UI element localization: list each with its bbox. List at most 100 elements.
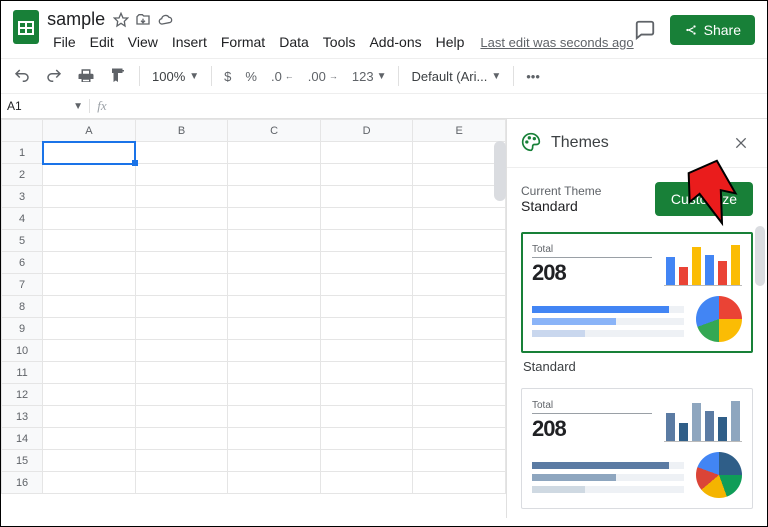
cell[interactable] <box>413 318 506 340</box>
cell[interactable] <box>320 186 413 208</box>
cell[interactable] <box>135 384 228 406</box>
cell[interactable] <box>135 252 228 274</box>
cell[interactable] <box>43 142 136 164</box>
row-header[interactable]: 9 <box>2 318 43 340</box>
row-header[interactable]: 8 <box>2 296 43 318</box>
print-button[interactable] <box>75 65 97 87</box>
cell[interactable] <box>320 362 413 384</box>
comments-icon[interactable] <box>634 19 656 41</box>
row-header[interactable]: 15 <box>2 450 43 472</box>
col-header-C[interactable]: C <box>228 120 321 142</box>
cell[interactable] <box>228 142 321 164</box>
cell[interactable] <box>228 450 321 472</box>
cell[interactable] <box>320 164 413 186</box>
cell[interactable] <box>228 208 321 230</box>
cell[interactable] <box>320 252 413 274</box>
cell[interactable] <box>320 142 413 164</box>
format-currency[interactable]: $ <box>222 67 233 86</box>
cloud-status-icon[interactable] <box>157 12 173 28</box>
spreadsheet-grid[interactable]: A B C D E 12345678910111213141516 <box>1 119 507 518</box>
menu-edit[interactable]: Edit <box>84 32 120 52</box>
select-all-cell[interactable] <box>2 120 43 142</box>
row-header[interactable]: 16 <box>2 472 43 494</box>
row-header[interactable]: 12 <box>2 384 43 406</box>
row-header[interactable]: 2 <box>2 164 43 186</box>
cell[interactable] <box>135 362 228 384</box>
cell[interactable] <box>228 318 321 340</box>
menu-addons[interactable]: Add-ons <box>363 32 427 52</box>
cell[interactable] <box>413 208 506 230</box>
row-header[interactable]: 13 <box>2 406 43 428</box>
move-icon[interactable] <box>135 12 151 28</box>
cell[interactable] <box>43 428 136 450</box>
cell[interactable] <box>320 472 413 494</box>
cell[interactable] <box>413 428 506 450</box>
cell[interactable] <box>135 142 228 164</box>
formula-input[interactable] <box>114 99 767 114</box>
cell[interactable] <box>320 318 413 340</box>
col-header-D[interactable]: D <box>320 120 413 142</box>
cell[interactable] <box>228 230 321 252</box>
customize-button[interactable]: Customize <box>655 182 753 216</box>
cell[interactable] <box>228 472 321 494</box>
cell[interactable] <box>43 340 136 362</box>
cell[interactable] <box>228 274 321 296</box>
row-header[interactable]: 7 <box>2 274 43 296</box>
menu-insert[interactable]: Insert <box>166 32 213 52</box>
col-header-E[interactable]: E <box>413 120 506 142</box>
close-panel-button[interactable] <box>729 131 753 155</box>
cell[interactable] <box>228 296 321 318</box>
cell[interactable] <box>43 274 136 296</box>
cell[interactable] <box>413 274 506 296</box>
cell[interactable] <box>43 186 136 208</box>
decrease-decimal[interactable]: .0← <box>269 67 296 86</box>
sheets-logo[interactable] <box>13 9 39 45</box>
zoom-select[interactable]: 100%▼ <box>150 67 201 86</box>
cell[interactable] <box>320 296 413 318</box>
cell[interactable] <box>43 252 136 274</box>
share-button[interactable]: Share <box>670 15 755 45</box>
cell[interactable] <box>43 406 136 428</box>
format-percent[interactable]: % <box>243 67 259 86</box>
cell[interactable] <box>228 186 321 208</box>
cell[interactable] <box>228 384 321 406</box>
cell[interactable] <box>43 384 136 406</box>
cell[interactable] <box>135 164 228 186</box>
cell[interactable] <box>43 472 136 494</box>
name-box[interactable]: A1 ▼ <box>1 99 90 113</box>
theme-card-2[interactable]: Total 208 <box>521 388 753 509</box>
cell[interactable] <box>135 472 228 494</box>
cell[interactable] <box>413 472 506 494</box>
cell[interactable] <box>135 296 228 318</box>
grid-scrollbar[interactable] <box>494 141 506 201</box>
col-header-A[interactable]: A <box>43 120 136 142</box>
row-header[interactable]: 14 <box>2 428 43 450</box>
col-header-B[interactable]: B <box>135 120 228 142</box>
menu-help[interactable]: Help <box>430 32 471 52</box>
cell[interactable] <box>413 296 506 318</box>
cell[interactable] <box>135 340 228 362</box>
cell[interactable] <box>43 296 136 318</box>
doc-title[interactable]: sample <box>47 9 105 30</box>
cell[interactable] <box>228 164 321 186</box>
menu-tools[interactable]: Tools <box>317 32 362 52</box>
last-edit-link[interactable]: Last edit was seconds ago <box>480 35 633 50</box>
cell[interactable] <box>320 450 413 472</box>
menu-file[interactable]: File <box>47 32 82 52</box>
cell[interactable] <box>320 208 413 230</box>
cell[interactable] <box>228 340 321 362</box>
cell[interactable] <box>320 230 413 252</box>
cell[interactable] <box>43 230 136 252</box>
more-formats[interactable]: 123 ▼ <box>350 67 389 86</box>
cell[interactable] <box>413 384 506 406</box>
cell[interactable] <box>413 406 506 428</box>
row-header[interactable]: 5 <box>2 230 43 252</box>
cell[interactable] <box>228 428 321 450</box>
cell[interactable] <box>135 274 228 296</box>
cell[interactable] <box>413 362 506 384</box>
row-header[interactable]: 4 <box>2 208 43 230</box>
cell[interactable] <box>413 164 506 186</box>
undo-button[interactable] <box>11 65 33 87</box>
cell[interactable] <box>135 186 228 208</box>
cell[interactable] <box>320 274 413 296</box>
